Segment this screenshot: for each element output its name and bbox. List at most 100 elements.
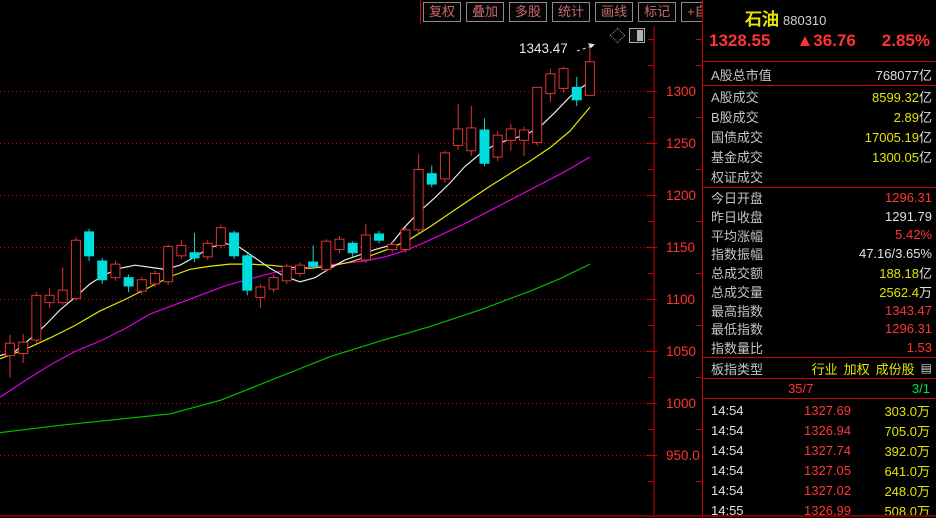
table-row: 国债成交17005.19亿 xyxy=(703,126,936,146)
instrument-title: 石油880310 xyxy=(703,5,936,30)
row-label: 昨日收盘 xyxy=(711,207,763,226)
tick-volume: 303.0万 xyxy=(851,401,930,420)
toolbar-button-5[interactable]: 标记 xyxy=(638,2,676,22)
candle-0 xyxy=(6,343,15,355)
candle-12 xyxy=(164,246,173,281)
candle-33 xyxy=(440,153,449,179)
board-type-value: 行业 xyxy=(812,359,838,378)
candle-13 xyxy=(177,245,186,255)
down-value: 3/1 xyxy=(912,381,930,396)
table-row: 总成交额188.18亿 xyxy=(703,263,936,282)
row-label: 指数振幅 xyxy=(711,244,763,263)
toolbar-button-0[interactable]: 复权 xyxy=(423,2,461,22)
table-row: 平均涨幅 5.42% xyxy=(703,226,936,245)
separator xyxy=(703,398,936,399)
up-arrow-icon: ▲ xyxy=(796,31,813,50)
candle-31 xyxy=(414,170,423,230)
split-window-icon[interactable] xyxy=(629,28,645,43)
advance-decline: 涨家.涨停35/7跌家.跌停3/1 xyxy=(703,379,936,398)
candle-36 xyxy=(480,130,489,163)
toolbar-button-3[interactable]: 统计 xyxy=(552,2,590,22)
row-label: A股成交 xyxy=(711,87,759,106)
row-value: 1.53 xyxy=(907,340,932,355)
tick-row: 14:541327.74392.0万 xyxy=(703,440,936,460)
up-value: 35/7 xyxy=(788,381,813,396)
ma-fast-white xyxy=(0,81,590,356)
candle-38 xyxy=(506,129,515,140)
up-label: 涨家.涨停 xyxy=(711,379,767,398)
board-type: 板指类型行业加权成份股▤ xyxy=(703,358,936,378)
candle-44 xyxy=(585,62,594,96)
tick-price: 1327.05 xyxy=(767,463,851,478)
candle-19 xyxy=(256,287,265,297)
high-annotation: 1343.47 xyxy=(519,41,568,56)
row-value: 47.16/3.65% xyxy=(859,246,932,261)
candlestick-chart[interactable]: 1300125012001150110010501000950.01343.47 xyxy=(0,0,702,518)
diamond-icon[interactable] xyxy=(610,28,626,44)
ma-slow-magenta xyxy=(0,157,590,397)
y-axis-label: 1100 xyxy=(666,292,695,307)
candle-8 xyxy=(111,264,120,278)
table-row: 昨日收盘 1291.79 xyxy=(703,207,936,226)
candle-3 xyxy=(45,295,54,302)
toolbar-left-divider xyxy=(420,0,421,24)
row-label: 基金成交 xyxy=(711,147,763,166)
row-label: 权证成交 xyxy=(711,167,763,186)
row-label: 今日开盘 xyxy=(711,188,763,207)
candle-43 xyxy=(572,87,581,99)
row-value: 5.42% xyxy=(895,227,932,242)
y-axis-label: 1300 xyxy=(666,84,696,99)
quote-panel: 石油880310 1328.55 ▲36.76 2.85% A股总市值76807… xyxy=(702,0,936,518)
candle-10 xyxy=(137,280,146,291)
row-label: 指数量比 xyxy=(711,338,763,357)
toolbar-button-2[interactable]: 多股 xyxy=(509,2,547,22)
candle-21 xyxy=(282,266,291,281)
market-cap-row: A股总市值768077亿 xyxy=(703,63,936,85)
price-change: ▲36.76 xyxy=(796,31,855,51)
y-axis-label: 1250 xyxy=(666,136,696,151)
tick-price: 1327.02 xyxy=(767,483,851,498)
board-type-row: 板指类型行业加权成份股▤ xyxy=(703,358,936,378)
candle-18 xyxy=(243,256,252,290)
board-list-icon[interactable]: ▤ xyxy=(921,362,932,374)
row-label: 总成交量 xyxy=(711,282,763,301)
table-row: 最高指数1343.47 xyxy=(703,301,936,320)
table-row: 今日开盘 1296.31 xyxy=(703,188,936,207)
table-row: 权证成交 xyxy=(703,167,936,187)
candle-22 xyxy=(295,265,304,273)
candle-42 xyxy=(559,69,568,89)
ma-long-green xyxy=(0,264,590,432)
tick-row: 14:541326.94705.0万 xyxy=(703,420,936,440)
tick-time: 14:54 xyxy=(711,423,767,438)
table-row: B股成交2.89亿 xyxy=(703,106,936,126)
tick-row: 14:541327.05641.0万 xyxy=(703,460,936,480)
row-value: 188.18亿 xyxy=(879,263,932,282)
candle-20 xyxy=(269,278,278,289)
row-value: 768077亿 xyxy=(876,65,932,84)
row-value: 17005.19亿 xyxy=(865,127,932,146)
row-label: B股成交 xyxy=(711,107,759,126)
row-value: 1300.05亿 xyxy=(872,147,932,166)
y-axis-label: 1200 xyxy=(666,188,696,203)
tick-list[interactable]: 14:541327.69303.0万14:541326.94705.0万14:5… xyxy=(703,400,936,518)
tick-time: 14:54 xyxy=(711,483,767,498)
y-axis-label: 1000 xyxy=(666,396,696,411)
candle-14 xyxy=(190,253,199,258)
table-row: 基金成交 1300.05亿 xyxy=(703,147,936,167)
candle-34 xyxy=(454,129,463,146)
tick-volume: 392.0万 xyxy=(851,441,930,460)
tick-price: 1326.94 xyxy=(767,423,851,438)
candle-17 xyxy=(230,233,239,256)
y-axis-label: 1150 xyxy=(666,240,695,255)
candle-41 xyxy=(546,74,555,94)
candle-23 xyxy=(309,262,318,266)
last-price: 1328.55 xyxy=(709,31,770,51)
tick-row: 14:541327.02248.0万 xyxy=(703,480,936,500)
toolbar-button-1[interactable]: 叠加 xyxy=(466,2,504,22)
candle-26 xyxy=(348,243,357,252)
row-label: 平均涨幅 xyxy=(711,226,763,245)
row-value: 1296.31 xyxy=(885,190,932,205)
row-value: 1291.79 xyxy=(885,209,932,224)
candle-25 xyxy=(335,239,344,249)
toolbar-button-4[interactable]: 画线 xyxy=(595,2,633,22)
